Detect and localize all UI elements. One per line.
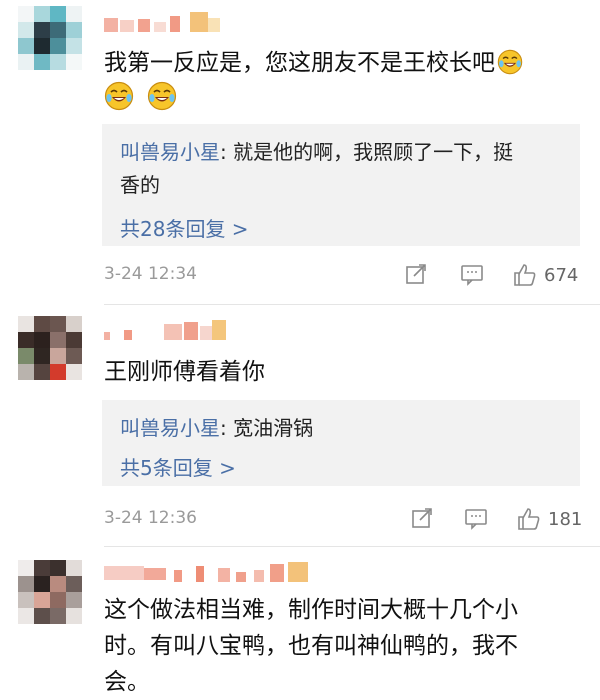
comment-item-2: 王刚师傅看着你 叫兽易小星: 宽油滑锅 共5条回复 > 3-24 12:36 1… [0, 306, 600, 544]
laugh-cry-emoji-icon [147, 81, 177, 111]
reply-username[interactable]: 叫兽易小星 [120, 140, 220, 164]
reply-preview-box[interactable]: 叫兽易小星: 宽油滑锅 共5条回复 > [102, 400, 580, 486]
reply-line: 叫兽易小星: 就是他的啊，我照顾了一下，挺 [120, 140, 514, 164]
timestamp: 3-24 12:36 [104, 508, 197, 528]
reply-line: 叫兽易小星: 宽油滑锅 [120, 416, 314, 440]
comment-icon[interactable] [464, 506, 488, 530]
like-count: 181 [548, 508, 583, 530]
laugh-cry-emoji-icon [104, 81, 134, 111]
comment-item-3: 这个做法相当难，制作时间大概十几个小 时。有叫八宝鸭，也有叫神仙鸭的，我不 会。 [0, 548, 600, 698]
view-replies-link[interactable]: 共28条回复 > [120, 212, 564, 246]
username-blurred[interactable] [104, 318, 234, 344]
thumbs-up-icon [516, 506, 542, 532]
timestamp: 3-24 12:34 [104, 264, 197, 284]
avatar[interactable] [18, 316, 82, 380]
comment-item-1: 我第一反应是，您这朋友不是王校长吧 叫兽易小星: 就是他的啊，我照顾了一下，挺 … [0, 0, 600, 300]
laugh-cry-emoji-icon [497, 49, 523, 75]
comment-text: 我第一反应是，您这朋友不是王校长吧 [104, 45, 574, 81]
reply-preview-box[interactable]: 叫兽易小星: 就是他的啊，我照顾了一下，挺 香的 共28条回复 > [102, 124, 580, 246]
emoji-row [104, 81, 185, 113]
comment-icon[interactable] [460, 262, 484, 286]
share-icon[interactable] [410, 506, 434, 530]
comment-meta: 3-24 12:34 674 [104, 260, 580, 290]
comment-meta: 3-24 12:36 181 [104, 504, 582, 534]
divider [104, 304, 600, 305]
username-blurred[interactable] [104, 10, 224, 36]
avatar[interactable] [18, 560, 82, 624]
view-replies-link[interactable]: 共5条回复 > [120, 451, 564, 485]
username-blurred[interactable] [104, 560, 314, 586]
comment-text: 王刚师傅看着你 [104, 359, 265, 385]
like-button[interactable]: 181 [516, 506, 582, 532]
share-icon[interactable] [404, 262, 428, 286]
like-button[interactable]: 674 [512, 262, 578, 288]
reply-text: 就是他的啊，我照顾了一下，挺 [233, 140, 514, 164]
avatar[interactable] [18, 6, 82, 70]
reply-username[interactable]: 叫兽易小星 [120, 416, 220, 440]
divider [104, 546, 600, 547]
reply-text: 宽油滑锅 [233, 416, 314, 440]
thumbs-up-icon [512, 262, 538, 288]
like-count: 674 [544, 264, 579, 286]
comment-text: 这个做法相当难，制作时间大概十几个小 时。有叫八宝鸭，也有叫神仙鸭的，我不 会。 [104, 597, 518, 695]
reply-text-cont: 香的 [120, 173, 160, 197]
